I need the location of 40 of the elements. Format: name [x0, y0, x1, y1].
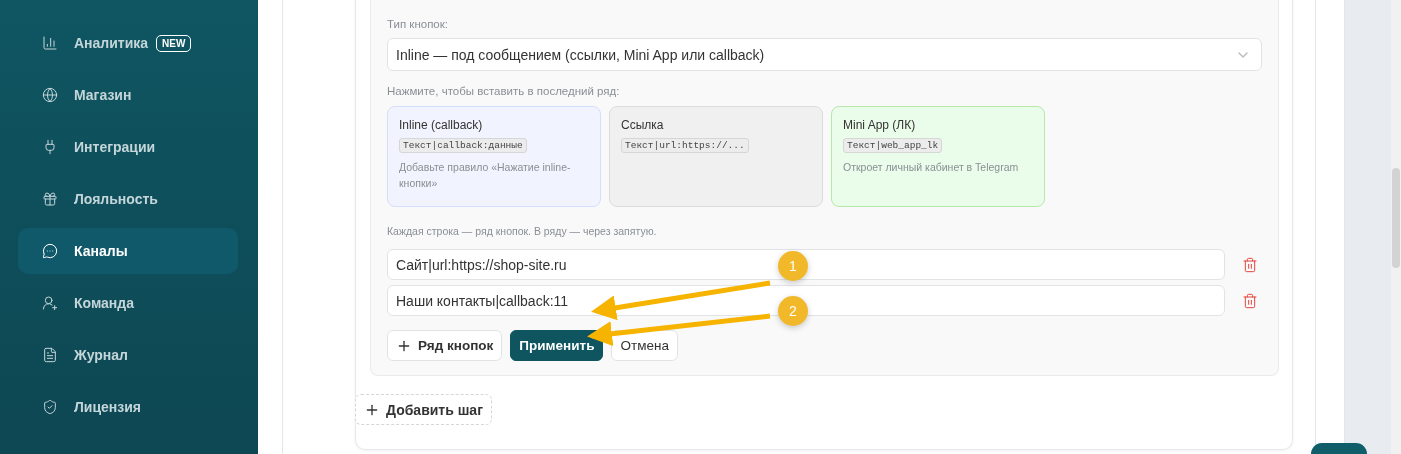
field-label: Тип кнопок: [387, 18, 449, 30]
sidebar-item[interactable]: Команда [18, 280, 238, 326]
apply-button[interactable]: Применить [510, 330, 604, 361]
nav-icon [42, 295, 58, 311]
sidebar-item[interactable]: Журнал [18, 332, 238, 378]
delete-icon[interactable] [1242, 292, 1258, 309]
code-snippet: Текст|callback:данные [399, 138, 527, 153]
round-button[interactable] [1311, 443, 1367, 454]
sidebar-item[interactable]: Лицензия [18, 384, 238, 430]
sidebar-item[interactable]: Каналы [18, 228, 238, 274]
add-row-button[interactable]: Ряд кнопок [387, 330, 503, 361]
scrollbar-thumb[interactable] [1392, 168, 1400, 268]
hint-text: Нажмите, чтобы вставить в последний ряд: [387, 85, 621, 97]
nav-icon [42, 139, 58, 155]
button-type-select[interactable]: Inline — под сообщением (ссылки, Mini App или callback) [387, 38, 1262, 71]
new-badge: NEW [156, 34, 192, 52]
nav-icon [42, 243, 58, 259]
sidebar-item[interactable]: Интеграции [18, 124, 238, 170]
code-snippet: Текст|url:https://... [621, 138, 749, 153]
nav-icon [42, 399, 58, 415]
code-snippet: Текст|web_app_lk [843, 138, 943, 153]
hint-text: Каждая строка — ряд кнопок. В ряду — через запятую. [387, 225, 658, 237]
cancel-button[interactable]: Отмена [611, 330, 678, 361]
tile-title: Inline (callback) [399, 118, 483, 132]
sidebar-item[interactable]: Магазин [18, 72, 238, 118]
template-tile[interactable]: Mini App (ЛК) Текст|web_app_lk Откроет личный кабинет в Telegram [831, 106, 1045, 207]
tile-title: Ссылка [621, 118, 664, 132]
template-tile[interactable]: Ссылка Текст|url:https://... [609, 106, 823, 207]
add-step-button[interactable]: Добавить шаг [355, 394, 492, 425]
nav-icon [42, 35, 58, 51]
sidebar-item[interactable]: Лояльность [18, 176, 238, 222]
nav-icon [42, 87, 58, 103]
tile-title: Mini App (ЛК) [843, 118, 916, 132]
tile-description: Откроет личный кабинет в Telegram [843, 160, 1019, 175]
template-tile[interactable]: Inline (callback) Текст|callback:данные Добавьте правило «Нажатие inline-кнопки» [387, 106, 601, 207]
delete-icon[interactable] [1242, 256, 1258, 273]
sidebar-item[interactable]: Аналитика NEW [18, 20, 238, 66]
tile-description: Добавьте правило «Нажатие inline-кнопки» [399, 160, 572, 191]
nav-icon [42, 347, 58, 363]
nav-icon [42, 191, 58, 207]
